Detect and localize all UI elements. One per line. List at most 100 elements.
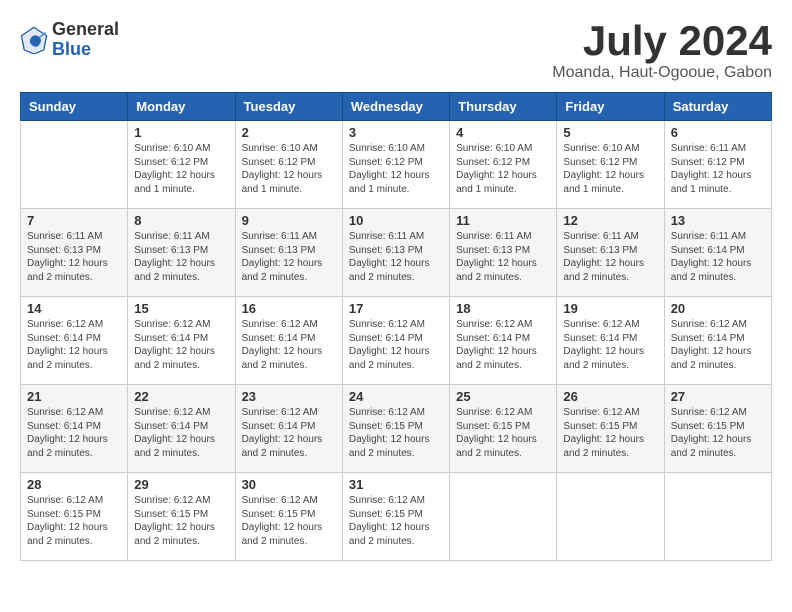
- weekday-header-sunday: Sunday: [21, 93, 128, 121]
- day-info: Sunrise: 6:12 AM Sunset: 6:14 PM Dayligh…: [671, 318, 765, 372]
- calendar-cell: 4Sunrise: 6:10 AM Sunset: 6:12 PM Daylig…: [450, 121, 557, 209]
- location-title: Moanda, Haut-Ogooue, Gabon: [552, 64, 772, 82]
- calendar-week-1: 1 Sunrise: 6:10 AM Sunset: 6:12 PM Daylig…: [21, 121, 772, 209]
- weekday-header-monday: Monday: [128, 93, 235, 121]
- day-number: 30: [242, 477, 336, 492]
- weekday-header-thursday: Thursday: [450, 93, 557, 121]
- calendar-cell: [664, 473, 771, 561]
- logo-icon: [20, 26, 48, 54]
- calendar-cell: 17Sunrise: 6:12 AM Sunset: 6:14 PM Dayli…: [342, 297, 449, 385]
- calendar-cell: 16Sunrise: 6:12 AM Sunset: 6:14 PM Dayli…: [235, 297, 342, 385]
- calendar-cell: 20Sunrise: 6:12 AM Sunset: 6:14 PM Dayli…: [664, 297, 771, 385]
- calendar-week-3: 14 Sunrise: 6:12 AM Sunset: 6:14 PM Dayli…: [21, 297, 772, 385]
- day-number: 22: [134, 389, 228, 404]
- calendar-cell: 1 Sunrise: 6:10 AM Sunset: 6:12 PM Daylig…: [128, 121, 235, 209]
- logo-blue-text: Blue: [52, 40, 119, 60]
- page-header: General Blue July 2024 Moanda, Haut-Ogoo…: [20, 20, 772, 82]
- day-info: Sunrise: 6:12 AM Sunset: 6:14 PM Dayligh…: [349, 318, 443, 372]
- calendar-cell: 28 Sunrise: 6:12 AM Sunset: 6:15 PM Dayli…: [21, 473, 128, 561]
- calendar-week-4: 21 Sunrise: 6:12 AM Sunset: 6:14 PM Dayli…: [21, 385, 772, 473]
- day-number: 25: [456, 389, 550, 404]
- day-number: 3: [349, 125, 443, 140]
- day-info: Sunrise: 6:10 AM Sunset: 6:12 PM Dayligh…: [349, 142, 443, 196]
- day-number: 26: [563, 389, 657, 404]
- day-info: Sunrise: 6:11 AM Sunset: 6:12 PM Dayligh…: [671, 142, 765, 196]
- calendar-cell: 21Sunrise: 6:12 AM Sunset: 6:14 PM Dayli…: [21, 385, 128, 473]
- day-info: Sunrise: 6:12 AM Sunset: 6:14 PM Dayligh…: [242, 406, 336, 460]
- day-number: 1: [134, 125, 228, 140]
- day-number: 10: [349, 213, 443, 228]
- calendar-header-row: SundayMondayTuesdayWednesdayThursdayFrid…: [21, 93, 772, 121]
- calendar-cell: [557, 473, 664, 561]
- logo-general-text: General: [52, 20, 119, 40]
- calendar-cell: 27Sunrise: 6:12 AM Sunset: 6:15 PM Dayli…: [664, 385, 771, 473]
- calendar-cell: 11 Sunrise: 6:11 AM Sunset: 6:13 PM Dayli…: [450, 209, 557, 297]
- day-info: Sunrise: 6:11 AM Sunset: 6:13 PM Dayligh…: [456, 230, 550, 284]
- calendar-cell: [21, 121, 128, 209]
- calendar-cell: 23 Sunrise: 6:12 AM Sunset: 6:14 PM Dayli…: [235, 385, 342, 473]
- day-number: 12: [563, 213, 657, 228]
- calendar-cell: 3 Sunrise: 6:10 AM Sunset: 6:12 PM Daylig…: [342, 121, 449, 209]
- weekday-header-saturday: Saturday: [664, 93, 771, 121]
- day-number: 2: [242, 125, 336, 140]
- day-number: 29: [134, 477, 228, 492]
- calendar-cell: 5 Sunrise: 6:10 AM Sunset: 6:12 PM Daylig…: [557, 121, 664, 209]
- calendar-cell: 22 Sunrise: 6:12 AM Sunset: 6:14 PM Dayli…: [128, 385, 235, 473]
- weekday-header-wednesday: Wednesday: [342, 93, 449, 121]
- day-info: Sunrise: 6:12 AM Sunset: 6:14 PM Dayligh…: [563, 318, 657, 372]
- day-number: 11: [456, 213, 550, 228]
- day-info: Sunrise: 6:12 AM Sunset: 6:14 PM Dayligh…: [242, 318, 336, 372]
- calendar-cell: 13 Sunrise: 6:11 AM Sunset: 6:14 PM Dayli…: [664, 209, 771, 297]
- day-number: 6: [671, 125, 765, 140]
- logo: General Blue: [20, 20, 119, 60]
- day-info: Sunrise: 6:12 AM Sunset: 6:15 PM Dayligh…: [456, 406, 550, 460]
- day-info: Sunrise: 6:10 AM Sunset: 6:12 PM Dayligh…: [242, 142, 336, 196]
- day-info: Sunrise: 6:12 AM Sunset: 6:15 PM Dayligh…: [349, 494, 443, 548]
- day-number: 15: [134, 301, 228, 316]
- day-info: Sunrise: 6:12 AM Sunset: 6:15 PM Dayligh…: [563, 406, 657, 460]
- day-info: Sunrise: 6:11 AM Sunset: 6:13 PM Dayligh…: [563, 230, 657, 284]
- day-info: Sunrise: 6:11 AM Sunset: 6:14 PM Dayligh…: [671, 230, 765, 284]
- title-block: July 2024 Moanda, Haut-Ogooue, Gabon: [552, 20, 772, 82]
- weekday-header-tuesday: Tuesday: [235, 93, 342, 121]
- day-info: Sunrise: 6:10 AM Sunset: 6:12 PM Dayligh…: [563, 142, 657, 196]
- calendar-cell: 14 Sunrise: 6:12 AM Sunset: 6:14 PM Dayli…: [21, 297, 128, 385]
- day-number: 24: [349, 389, 443, 404]
- calendar-week-5: 28 Sunrise: 6:12 AM Sunset: 6:15 PM Dayli…: [21, 473, 772, 561]
- day-info: Sunrise: 6:12 AM Sunset: 6:14 PM Dayligh…: [134, 318, 228, 372]
- day-info: Sunrise: 6:11 AM Sunset: 6:13 PM Dayligh…: [242, 230, 336, 284]
- calendar-cell: 15 Sunrise: 6:12 AM Sunset: 6:14 PM Dayli…: [128, 297, 235, 385]
- calendar-cell: 6 Sunrise: 6:11 AM Sunset: 6:12 PM Daylig…: [664, 121, 771, 209]
- day-number: 9: [242, 213, 336, 228]
- day-number: 21: [27, 389, 121, 404]
- day-number: 13: [671, 213, 765, 228]
- calendar-cell: 9 Sunrise: 6:11 AM Sunset: 6:13 PM Daylig…: [235, 209, 342, 297]
- day-info: Sunrise: 6:12 AM Sunset: 6:15 PM Dayligh…: [27, 494, 121, 548]
- calendar-cell: 31Sunrise: 6:12 AM Sunset: 6:15 PM Dayli…: [342, 473, 449, 561]
- calendar-cell: 2 Sunrise: 6:10 AM Sunset: 6:12 PM Daylig…: [235, 121, 342, 209]
- day-info: Sunrise: 6:12 AM Sunset: 6:14 PM Dayligh…: [456, 318, 550, 372]
- calendar-cell: 25 Sunrise: 6:12 AM Sunset: 6:15 PM Dayli…: [450, 385, 557, 473]
- day-info: Sunrise: 6:10 AM Sunset: 6:12 PM Dayligh…: [456, 142, 550, 196]
- day-number: 18: [456, 301, 550, 316]
- calendar-cell: 10Sunrise: 6:11 AM Sunset: 6:13 PM Dayli…: [342, 209, 449, 297]
- day-number: 19: [563, 301, 657, 316]
- day-info: Sunrise: 6:12 AM Sunset: 6:14 PM Dayligh…: [134, 406, 228, 460]
- day-number: 28: [27, 477, 121, 492]
- calendar-cell: 30 Sunrise: 6:12 AM Sunset: 6:15 PM Dayli…: [235, 473, 342, 561]
- calendar-cell: 18 Sunrise: 6:12 AM Sunset: 6:14 PM Dayli…: [450, 297, 557, 385]
- logo-text: General Blue: [52, 20, 119, 60]
- calendar-week-2: 7Sunrise: 6:11 AM Sunset: 6:13 PM Daylig…: [21, 209, 772, 297]
- day-number: 27: [671, 389, 765, 404]
- weekday-header-friday: Friday: [557, 93, 664, 121]
- day-info: Sunrise: 6:10 AM Sunset: 6:12 PM Dayligh…: [134, 142, 228, 196]
- day-number: 5: [563, 125, 657, 140]
- day-number: 14: [27, 301, 121, 316]
- calendar-cell: 12 Sunrise: 6:11 AM Sunset: 6:13 PM Dayli…: [557, 209, 664, 297]
- day-number: 23: [242, 389, 336, 404]
- calendar-cell: 8Sunrise: 6:11 AM Sunset: 6:13 PM Daylig…: [128, 209, 235, 297]
- day-info: Sunrise: 6:12 AM Sunset: 6:15 PM Dayligh…: [349, 406, 443, 460]
- day-info: Sunrise: 6:12 AM Sunset: 6:15 PM Dayligh…: [242, 494, 336, 548]
- day-number: 8: [134, 213, 228, 228]
- day-info: Sunrise: 6:12 AM Sunset: 6:14 PM Dayligh…: [27, 318, 121, 372]
